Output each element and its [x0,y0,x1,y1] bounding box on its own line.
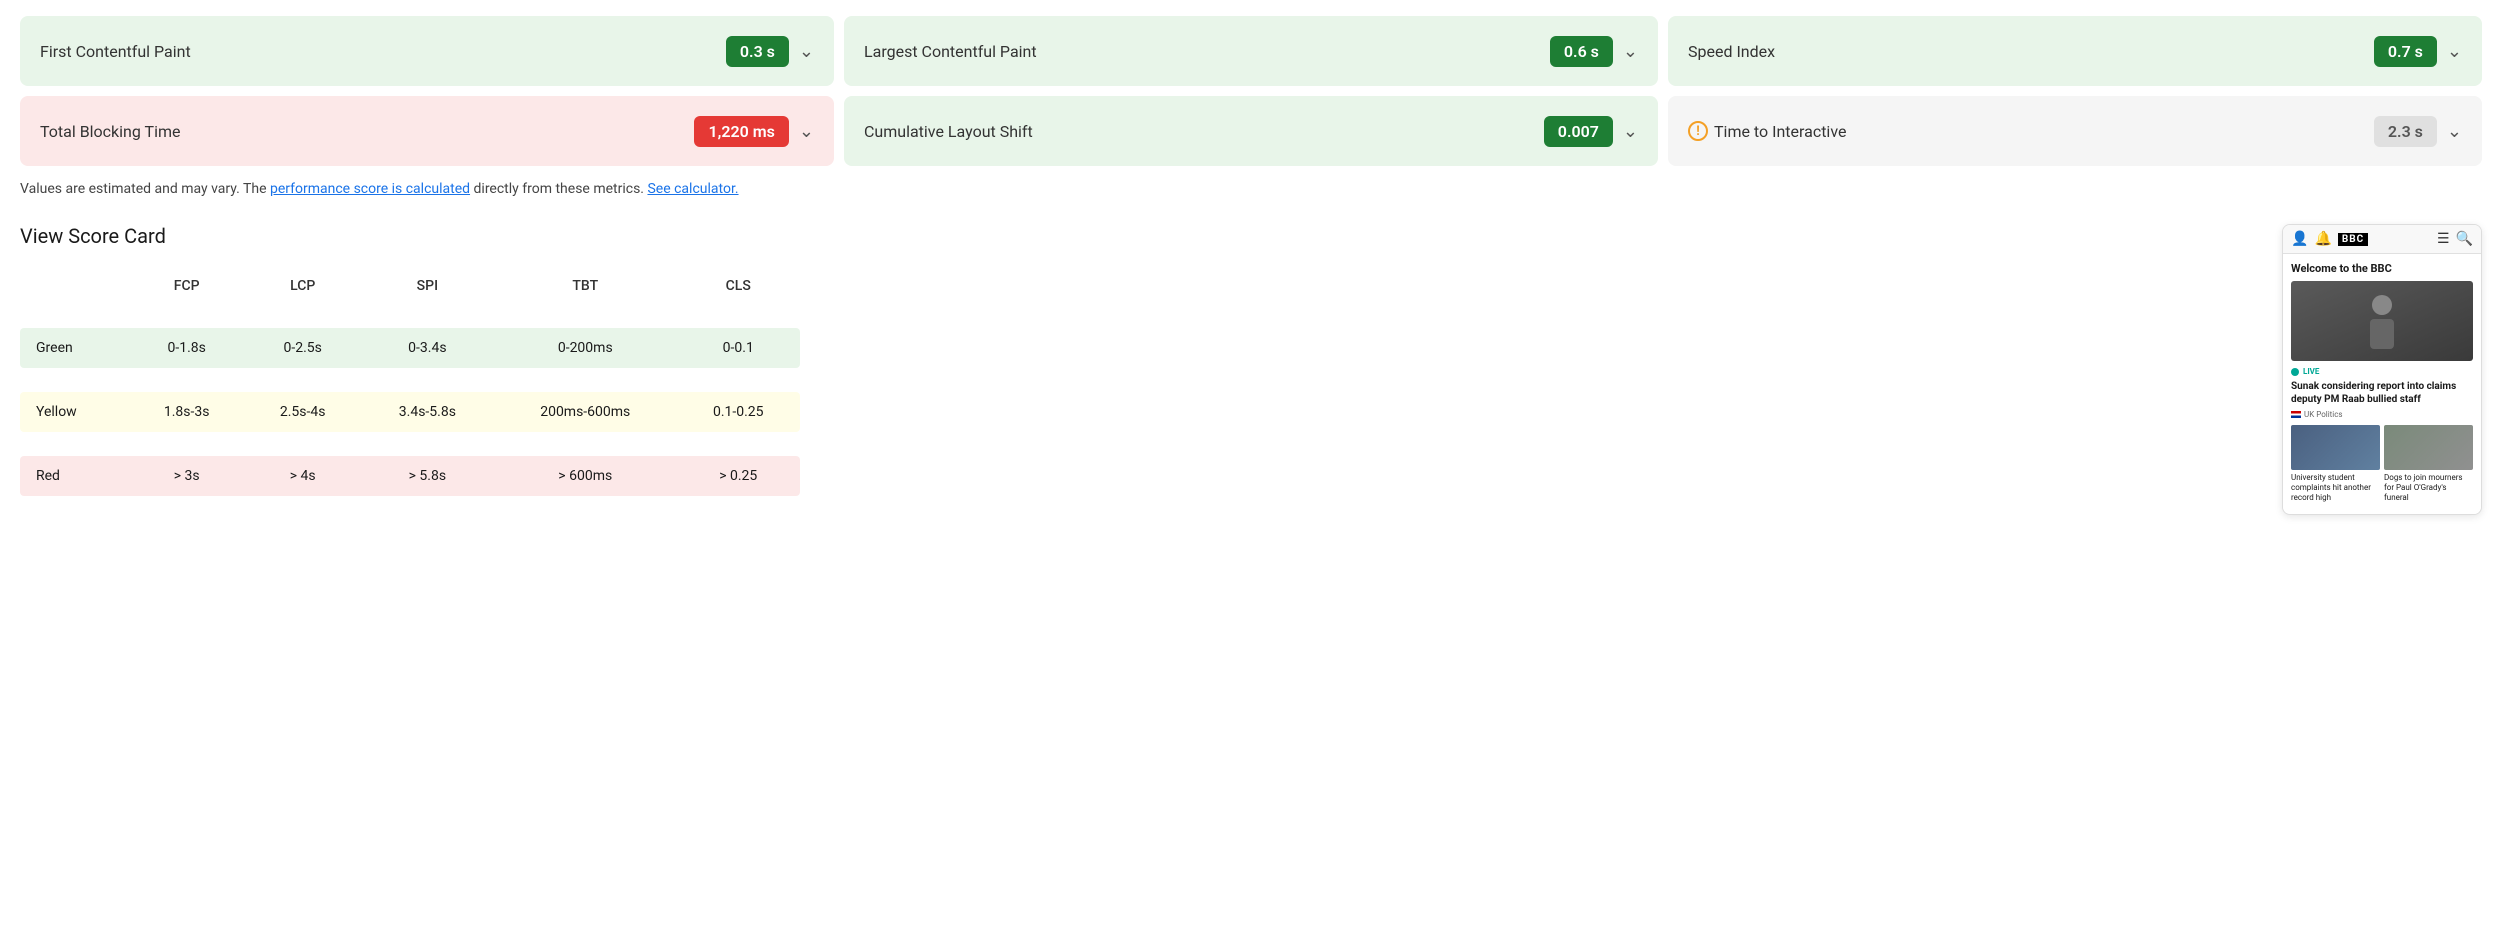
col-header-cls: CLS [677,268,801,304]
spacer-row [20,432,800,456]
lcp-chevron[interactable]: ⌄ [1623,41,1638,62]
tbt-right: 1,220 ms ⌄ [694,116,814,147]
live-dot [2291,368,2299,376]
tbt-card: Total Blocking Time 1,220 ms ⌄ [20,96,834,166]
lcp-card: Largest Contentful Paint 0.6 s ⌄ [844,16,1658,86]
values-note: Values are estimated and may vary. The p… [20,178,2482,200]
fcp-chevron[interactable]: ⌄ [799,41,814,62]
hero-person [2291,281,2473,361]
browser-preview-panel: 👤 🔔 BBC ☰ 🔍 Welcome to the BBC [2282,224,2482,515]
table-header-row: FCP LCP SPI TBT CLS [20,268,800,304]
bbc-category: UK Politics [2291,410,2473,419]
tti-label: ! Time to Interactive [1688,121,1846,141]
menu-icon: ☰ [2437,231,2450,247]
si-badge: 0.7 s [2374,36,2437,67]
table-row: Red > 3s > 4s > 5.8s > 600ms > 0.25 [20,456,800,496]
green-fcp: 0-1.8s [129,328,245,368]
main-content: View Score Card FCP LCP SPI TBT CLS Gree… [20,224,2482,515]
si-card: Speed Index 0.7 s ⌄ [1668,16,2482,86]
thumb-2: Dogs to join mourners for Paul O'Grady's… [2384,425,2473,502]
row-label-green: Green [20,328,129,368]
yellow-cls: 0.1-0.25 [677,392,801,432]
lcp-label: Largest Contentful Paint [864,42,1037,61]
thumb-img-1 [2291,425,2380,470]
fcp-right: 0.3 s ⌄ [726,36,814,67]
tti-right: 2.3 s ⌄ [2374,116,2462,147]
thumb-2-caption: Dogs to join mourners for Paul O'Grady's… [2384,473,2473,502]
fcp-label: First Contentful Paint [40,42,191,61]
yellow-fcp: 1.8s-3s [129,392,245,432]
perf-score-link[interactable]: performance score is calculated [270,181,470,197]
red-tbt: > 600ms [494,456,676,496]
user-icon: 👤 [2291,231,2308,247]
metrics-row-2: Total Blocking Time 1,220 ms ⌄ Cumulativ… [20,96,2482,166]
col-header-spi: SPI [361,268,494,304]
col-header-fcp: FCP [129,268,245,304]
tti-info-icon: ! [1688,121,1708,141]
metrics-row-1: First Contentful Paint 0.3 s ⌄ Largest C… [20,16,2482,86]
table-row: Green 0-1.8s 0-2.5s 0-3.4s 0-200ms 0-0.1 [20,328,800,368]
col-header-label [20,268,129,304]
si-chevron[interactable]: ⌄ [2447,41,2462,62]
thumb-img-2 [2384,425,2473,470]
tti-chevron[interactable]: ⌄ [2447,121,2462,142]
red-spi: > 5.8s [361,456,494,496]
thumb-1-caption: University student complaints hit anothe… [2291,473,2380,502]
search-icon: 🔍 [2456,231,2473,247]
lcp-badge: 0.6 s [1550,36,1613,67]
tbt-badge: 1,220 ms [694,116,788,147]
bbc-hero-image [2291,281,2473,361]
bbc-live-badge: LIVE [2291,367,2473,376]
cls-right: 0.007 ⌄ [1544,116,1638,147]
table-row: Yellow 1.8s-3s 2.5s-4s 3.4s-5.8s 200ms-6… [20,392,800,432]
thumb-1: University student complaints hit anothe… [2291,425,2380,502]
fcp-badge: 0.3 s [726,36,789,67]
bbc-headline: Sunak considering report into claims dep… [2291,380,2473,406]
browser-icons-left: 👤 🔔 BBC [2291,231,2368,247]
browser-topbar: 👤 🔔 BBC ☰ 🔍 [2283,225,2481,254]
tbt-label: Total Blocking Time [40,122,180,141]
spacer-row [20,368,800,392]
scorecard-title: View Score Card [20,224,2242,248]
spacer-row [20,304,800,328]
category-text: UK Politics [2304,410,2343,419]
fcp-card: First Contentful Paint 0.3 s ⌄ [20,16,834,86]
red-cls: > 0.25 [677,456,801,496]
browser-content: Welcome to the BBC LIVE Sunak considerin… [2283,254,2481,514]
score-table: FCP LCP SPI TBT CLS Green 0-1.8s 0-2.5s … [20,268,800,496]
browser-icons-right: ☰ 🔍 [2437,231,2473,247]
browser-mock: 👤 🔔 BBC ☰ 🔍 Welcome to the BBC [2282,224,2482,515]
yellow-tbt: 200ms-600ms [494,392,676,432]
calculator-link[interactable]: See calculator. [647,181,738,197]
col-header-lcp: LCP [245,268,361,304]
bell-icon: 🔔 [2314,231,2331,247]
cls-label: Cumulative Layout Shift [864,122,1033,141]
tti-badge: 2.3 s [2374,116,2437,147]
green-cls: 0-0.1 [677,328,801,368]
tti-card: ! Time to Interactive 2.3 s ⌄ [1668,96,2482,166]
red-lcp: > 4s [245,456,361,496]
uk-flag-icon [2291,411,2301,418]
green-spi: 0-3.4s [361,328,494,368]
yellow-spi: 3.4s-5.8s [361,392,494,432]
bbc-logo: BBC [2338,233,2368,246]
row-label-red: Red [20,456,129,496]
bbc-thumbnails: University student complaints hit anothe… [2291,425,2473,502]
cls-card: Cumulative Layout Shift 0.007 ⌄ [844,96,1658,166]
live-label: LIVE [2303,367,2319,376]
green-lcp: 0-2.5s [245,328,361,368]
green-tbt: 0-200ms [494,328,676,368]
row-label-yellow: Yellow [20,392,129,432]
cls-chevron[interactable]: ⌄ [1623,121,1638,142]
cls-badge: 0.007 [1544,116,1613,147]
col-header-tbt: TBT [494,268,676,304]
bbc-welcome-text: Welcome to the BBC [2291,262,2473,275]
red-fcp: > 3s [129,456,245,496]
si-right: 0.7 s ⌄ [2374,36,2462,67]
lcp-right: 0.6 s ⌄ [1550,36,1638,67]
scorecard-section: View Score Card FCP LCP SPI TBT CLS Gree… [20,224,2242,496]
tbt-chevron[interactable]: ⌄ [799,121,814,142]
si-label: Speed Index [1688,42,1775,61]
yellow-lcp: 2.5s-4s [245,392,361,432]
